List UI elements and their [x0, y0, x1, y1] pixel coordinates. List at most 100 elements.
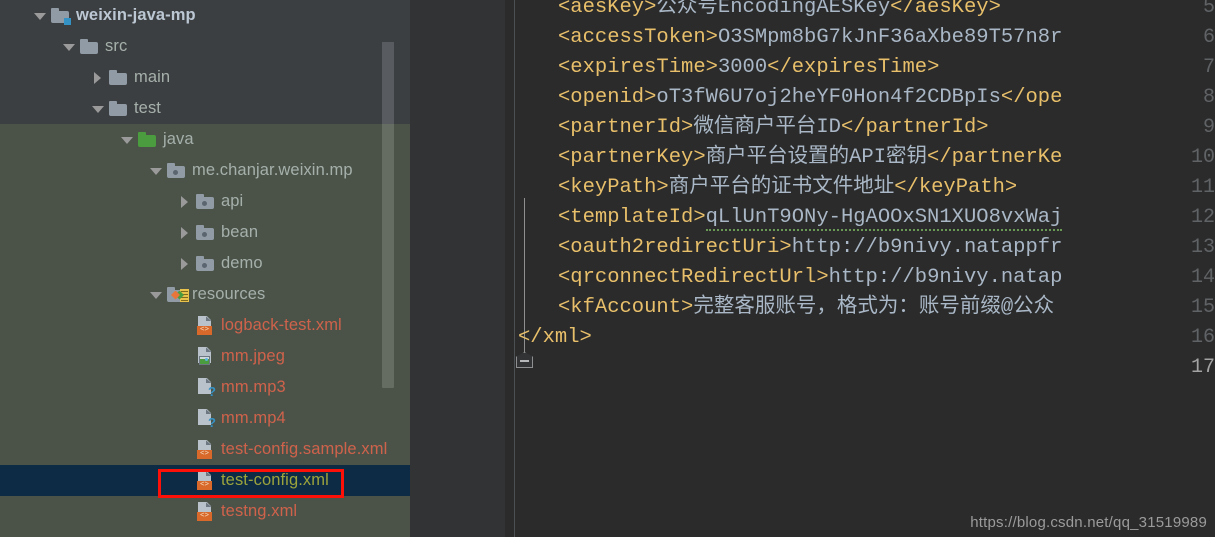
chevron-down-icon[interactable] — [61, 39, 77, 55]
code-line[interactable]: <aesKey>公众号EncodingAESKey</aesKey> — [558, 0, 1001, 23]
unknown-file-icon: ? — [196, 378, 216, 398]
tree-row[interactable]: weixin-java-mp — [0, 0, 410, 31]
package-icon — [196, 255, 215, 272]
xml-value: 公众号EncodingAESKey — [656, 0, 891, 19]
xml-tag-close: </partnerKe — [927, 146, 1063, 169]
chevron-down-icon[interactable] — [148, 163, 164, 179]
chevron-right-icon[interactable] — [177, 194, 193, 210]
unknown-file-icon: ? — [196, 409, 216, 429]
xml-tag-close: </partnerId> — [840, 116, 989, 139]
project-tool-window[interactable]: weixin-java-mp src main test java me.chanjar.… — [0, 0, 410, 537]
xml-value: 完整客服账号，格式为：账号前缀@公众 — [693, 296, 1055, 319]
xml-tag-close: </ope — [1000, 86, 1063, 109]
resources-root-folder-icon — [167, 286, 189, 303]
tree-row[interactable]: bean — [0, 217, 410, 248]
tree-row-label: mm.mp4 — [221, 409, 286, 427]
tree-row[interactable]: <> testng.xml — [0, 496, 410, 527]
package-icon — [167, 162, 186, 179]
tree-row[interactable]: api — [0, 186, 410, 217]
code-line[interactable]: <expiresTime>3000</expiresTime> — [558, 53, 939, 83]
chevron-down-icon[interactable] — [90, 101, 106, 117]
editor-gutter[interactable] — [410, 0, 505, 537]
code-line[interactable]: <partnerId>微信商户平台ID</partnerId> — [558, 113, 989, 143]
xml-file-icon: <> — [196, 502, 215, 521]
tree-row-selected[interactable]: <> test-config.xml — [0, 465, 410, 496]
code-line[interactable]: <kfAccount>完整客服账号，格式为：账号前缀@公众 — [558, 293, 1054, 323]
xml-tag-open: <accessToken> — [558, 26, 718, 49]
tree-row-label: logback-test.xml — [221, 316, 342, 334]
xml-value: http://b9nivy.natappfr — [791, 236, 1063, 259]
tree-row-label: java — [163, 130, 194, 148]
package-icon — [196, 193, 215, 210]
fold-marker-minus — [520, 360, 529, 362]
xml-value: http://b9nivy.natap — [828, 266, 1063, 289]
tree-row-label: bean — [221, 223, 259, 241]
package-icon — [196, 224, 215, 241]
xml-file-icon: <> — [196, 471, 215, 490]
code-fold-collapse-icon[interactable] — [516, 352, 533, 368]
xml-tag-close: </keyPath> — [894, 176, 1018, 199]
tree-row-label: resources — [192, 285, 266, 303]
tree-row[interactable]: resources — [0, 279, 410, 310]
tree-scrollbar-thumb[interactable] — [382, 42, 394, 388]
tree-scrollbar-track[interactable] — [382, 0, 402, 537]
chevron-down-icon[interactable] — [148, 287, 164, 303]
code-line[interactable]: <accessToken>O3SMpm8bG7kJnF36aXbe89T57n8… — [558, 23, 1062, 53]
xml-tag-close: </expiresTime> — [767, 56, 940, 79]
tree-row[interactable]: java — [0, 124, 410, 155]
tree-row-label: testng.xml — [221, 502, 298, 520]
gutter-divider — [514, 0, 515, 537]
tree-row-label: main — [134, 68, 171, 86]
code-text-area[interactable]: <aesKey>公众号EncodingAESKey</aesKey> <acces… — [516, 0, 1215, 537]
tree-row-label: test-config.xml — [221, 471, 329, 489]
tree-row-label: api — [221, 192, 244, 210]
code-line[interactable]: <oauth2redirectUri>http://b9nivy.natappf… — [558, 233, 1062, 263]
tree-row[interactable]: test — [0, 93, 410, 124]
image-file-icon — [196, 347, 215, 366]
folder-icon — [109, 69, 128, 86]
xml-tag-open: <oauth2redirectUri> — [558, 236, 792, 259]
chevron-right-icon[interactable] — [177, 256, 193, 272]
xml-tag-open: </xml> — [518, 326, 592, 349]
tree-background-lower — [0, 530, 410, 537]
ide-window: weixin-java-mp src main test java me.chanjar.… — [0, 0, 1215, 537]
tree-row[interactable]: <> test-config.sample.xml — [0, 434, 410, 465]
tree-row[interactable]: <> logback-test.xml — [0, 310, 410, 341]
watermark-url: https://blog.csdn.net/qq_31519989 — [970, 514, 1207, 531]
xml-tag-open: <openid> — [558, 86, 657, 109]
code-line[interactable]: </xml> — [518, 323, 592, 353]
xml-value: 商户平台的证书文件地址 — [668, 176, 895, 199]
source-root-folder-icon — [138, 131, 157, 148]
tree-row[interactable]: mm.jpeg — [0, 341, 410, 372]
xml-file-icon: <> — [196, 440, 215, 459]
code-line[interactable]: <qrconnectRedirectUrl>http://b9nivy.nata… — [558, 263, 1062, 293]
xml-value: oT3fW6U7oj2heYF0Hon4f2CDBpIs — [656, 86, 1001, 109]
chevron-down-icon[interactable] — [32, 8, 48, 24]
project-tree-rows: weixin-java-mp src main test java me.chanjar.… — [0, 0, 410, 527]
tree-row-label: weixin-java-mp — [76, 6, 196, 24]
chevron-down-icon[interactable] — [119, 132, 135, 148]
chevron-right-icon[interactable] — [90, 70, 106, 86]
tree-row[interactable]: main — [0, 62, 410, 93]
code-line[interactable]: <templateId>qLlUnT9ONy-HgAOOxSN1XUO8vxWa… — [558, 203, 1063, 233]
tree-row[interactable]: me.chanjar.weixin.mp — [0, 155, 410, 186]
tree-row[interactable]: demo — [0, 248, 410, 279]
tree-row[interactable]: ? mm.mp3 — [0, 372, 410, 403]
code-line[interactable]: <keyPath>商户平台的证书文件地址</keyPath> — [558, 173, 1017, 203]
code-line[interactable]: <openid>oT3fW6U7oj2heYF0Hon4f2CDBpIs</op… — [558, 83, 1062, 113]
xml-tag-open: <kfAccount> — [558, 296, 694, 319]
tree-row-label: mm.mp3 — [221, 378, 286, 396]
code-editor[interactable]: 5 6 7 8 9 10 11 12 13 14 15 16 17 <aesKey>公众号Encodin… — [410, 0, 1215, 537]
tree-row[interactable]: ? mm.mp4 — [0, 403, 410, 434]
module-folder-icon — [51, 7, 71, 25]
xml-tag-open: <aesKey> — [558, 0, 657, 19]
chevron-right-icon[interactable] — [177, 225, 193, 241]
tree-row[interactable]: src — [0, 31, 410, 62]
xml-value: 商户平台设置的API密钥 — [705, 146, 928, 169]
code-line[interactable]: <partnerKey>商户平台设置的API密钥</partnerKe — [558, 143, 1062, 173]
